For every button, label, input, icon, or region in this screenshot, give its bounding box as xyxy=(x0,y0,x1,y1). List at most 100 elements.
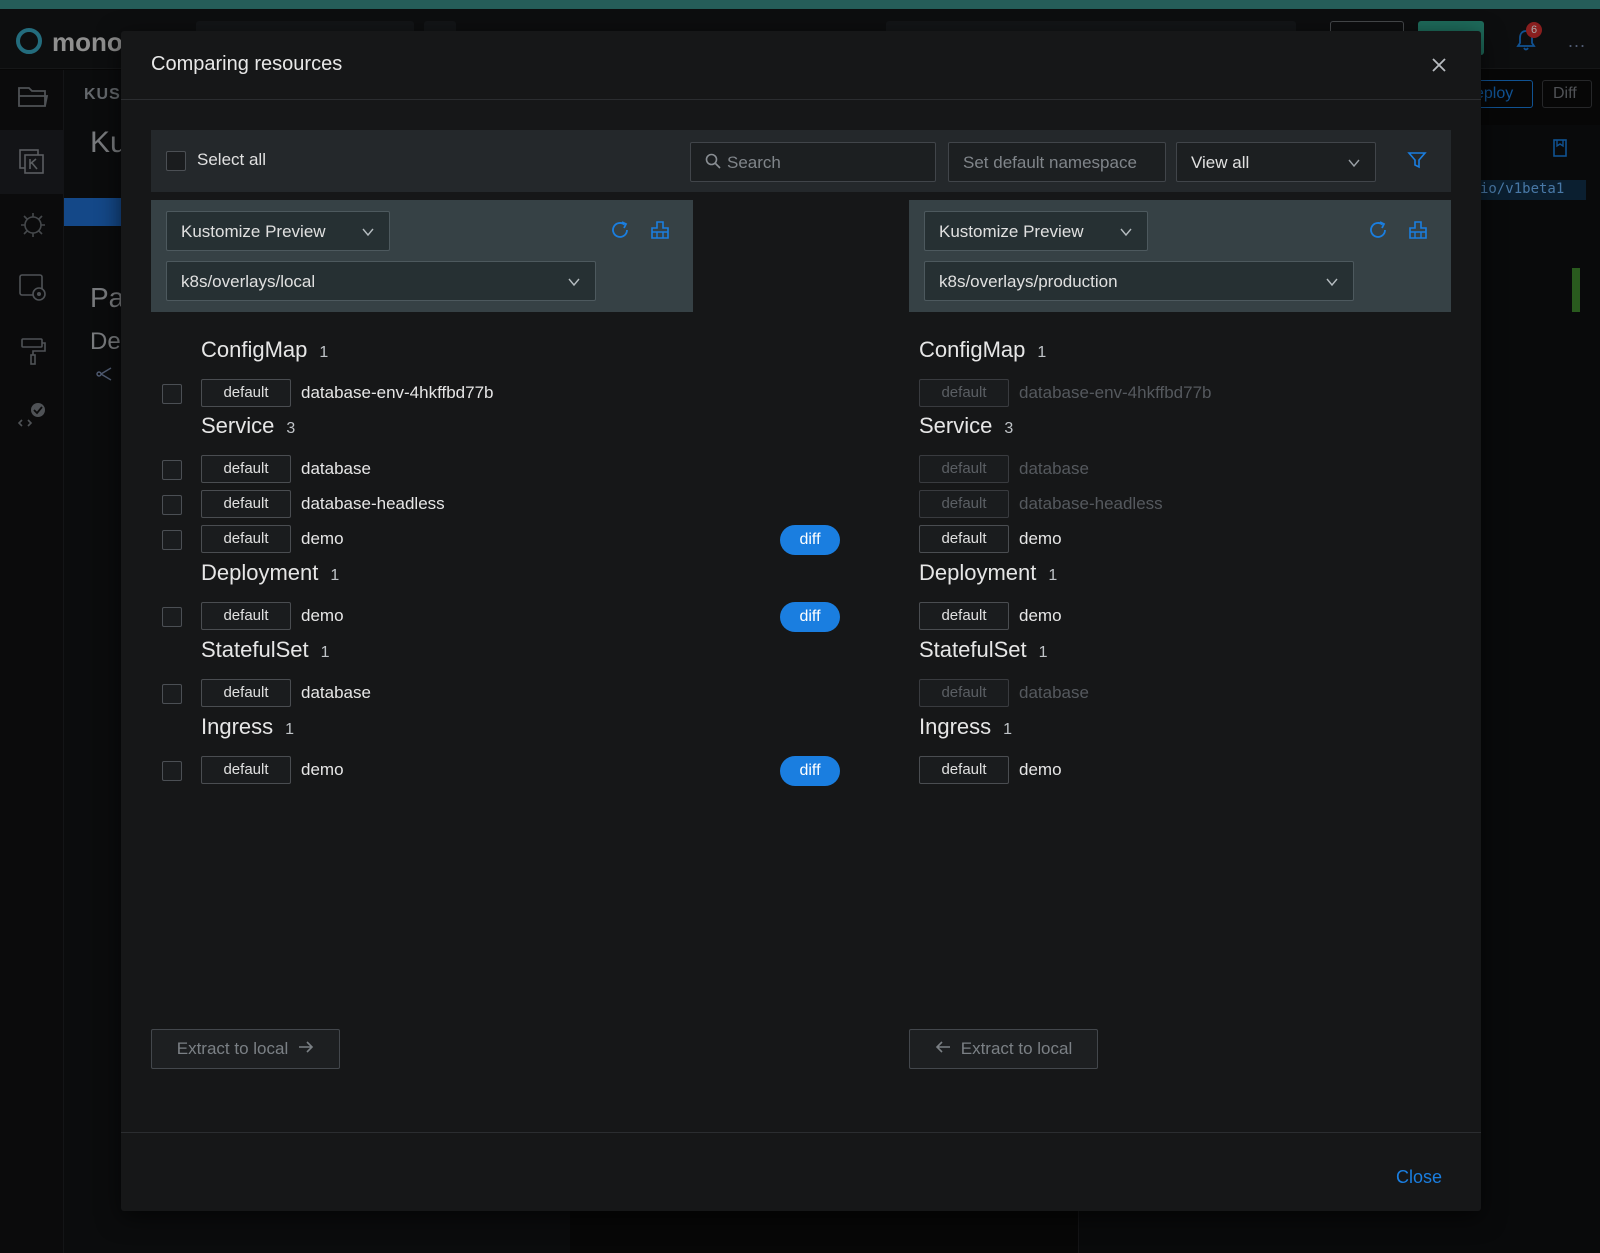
compare-toolbar: Select all Set default namespace View al… xyxy=(151,130,1451,192)
group-kind: ConfigMap xyxy=(201,337,308,362)
resource-checkbox[interactable] xyxy=(162,384,182,404)
left-path-select[interactable]: k8s/overlays/local xyxy=(166,261,596,301)
resource-name[interactable]: demo xyxy=(1019,760,1062,780)
right-path-select[interactable]: k8s/overlays/production xyxy=(924,261,1354,301)
resource-name[interactable]: database-headless xyxy=(301,494,445,514)
left-path-value: k8s/overlays/local xyxy=(181,272,316,291)
group-count: 1 xyxy=(1048,567,1058,584)
clear-icon[interactable] xyxy=(1407,219,1429,246)
set-default-namespace-label: Set default namespace xyxy=(963,153,1137,172)
namespace-tag: default xyxy=(201,455,291,483)
group-count: 1 xyxy=(330,567,340,584)
right-source-panel: Kustomize Preview k8s/overlays/productio… xyxy=(909,200,1451,312)
resource-name[interactable]: database-env-4hkffbd77b xyxy=(301,383,494,403)
namespace-tag: default xyxy=(919,756,1009,784)
namespace-tag: default xyxy=(919,679,1009,707)
search-icon xyxy=(705,153,721,174)
chevron-down-icon xyxy=(567,274,581,294)
group-kind: Service xyxy=(201,413,275,438)
resource-checkbox[interactable] xyxy=(162,684,182,704)
extract-label: Extract to local xyxy=(176,1039,289,1058)
right-source-type-select[interactable]: Kustomize Preview xyxy=(924,211,1148,251)
header-divider xyxy=(121,99,1481,100)
refresh-icon[interactable] xyxy=(609,219,631,246)
right-group-title-service: Service 3 xyxy=(919,413,1013,439)
extract-label: Extract to local xyxy=(960,1039,1073,1058)
resource-checkbox[interactable] xyxy=(162,761,182,781)
left-group-title-service: Service 3 xyxy=(201,413,295,439)
group-kind: Deployment xyxy=(201,560,319,585)
left-group-title-deployment: Deployment 1 xyxy=(201,560,339,586)
namespace-tag: default xyxy=(201,379,291,407)
resource-name[interactable]: database xyxy=(301,683,371,703)
group-count: 3 xyxy=(286,420,296,437)
close-icon[interactable] xyxy=(1427,53,1451,77)
group-count: 1 xyxy=(320,644,330,661)
namespace-tag: default xyxy=(201,756,291,784)
resource-name[interactable]: database xyxy=(301,459,371,479)
search-field[interactable] xyxy=(690,142,936,182)
filter-icon[interactable] xyxy=(1407,150,1427,175)
select-all-checkbox[interactable] xyxy=(166,151,186,171)
left-source-type-select[interactable]: Kustomize Preview xyxy=(166,211,390,251)
resource-checkbox[interactable] xyxy=(162,495,182,515)
resource-checkbox[interactable] xyxy=(162,607,182,627)
select-all-label: Select all xyxy=(197,150,266,169)
set-default-namespace-button[interactable]: Set default namespace xyxy=(948,142,1166,182)
modal-title: Comparing resources xyxy=(151,53,343,75)
group-count: 1 xyxy=(285,721,295,738)
namespace-tag: default xyxy=(919,525,1009,553)
left-source-panel: Kustomize Preview k8s/overlays/local xyxy=(151,200,693,312)
arrow-left-icon xyxy=(935,1039,951,1059)
left-group-title-ingress: Ingress 1 xyxy=(201,714,294,740)
compare-resources-modal: Comparing resources Select all Set defau… xyxy=(121,31,1481,1211)
search-input[interactable] xyxy=(727,151,927,175)
right-group-title-ingress: Ingress 1 xyxy=(919,714,1012,740)
namespace-tag: default xyxy=(201,602,291,630)
resource-name: database-env-4hkffbd77b xyxy=(1019,383,1212,402)
resource-name[interactable]: demo xyxy=(1019,529,1062,549)
left-group-title-statefulset: StatefulSet 1 xyxy=(201,637,330,663)
resource-name[interactable]: demo xyxy=(301,606,344,626)
group-kind: Service xyxy=(919,413,993,438)
chevron-down-icon xyxy=(1325,274,1339,294)
group-count: 1 xyxy=(1038,644,1048,661)
footer-divider xyxy=(121,1132,1481,1133)
chevron-down-icon xyxy=(1119,224,1133,244)
resource-checkbox[interactable] xyxy=(162,460,182,480)
arrow-right-icon xyxy=(298,1039,314,1059)
namespace-tag: default xyxy=(919,455,1009,483)
view-filter-select[interactable]: View all xyxy=(1176,142,1376,182)
refresh-icon[interactable] xyxy=(1367,219,1389,246)
diff-button[interactable]: diff xyxy=(780,525,840,555)
resource-name: database-headless xyxy=(1019,494,1163,513)
extract-to-local-left-button[interactable]: Extract to local xyxy=(151,1029,340,1069)
resource-name[interactable]: demo xyxy=(301,760,344,780)
namespace-tag: default xyxy=(201,525,291,553)
resource-checkbox[interactable] xyxy=(162,530,182,550)
resource-name[interactable]: demo xyxy=(301,529,344,549)
group-kind: Ingress xyxy=(201,714,274,739)
clear-icon[interactable] xyxy=(649,219,671,246)
resource-name: database xyxy=(1019,459,1089,478)
resource-name[interactable]: demo xyxy=(1019,606,1062,626)
namespace-tag: default xyxy=(201,679,291,707)
namespace-tag: default xyxy=(919,490,1009,518)
right-path-value: k8s/overlays/production xyxy=(939,272,1118,291)
chevron-down-icon xyxy=(361,224,375,244)
group-count: 1 xyxy=(1003,721,1013,738)
group-count: 1 xyxy=(1037,344,1047,361)
group-kind: Ingress xyxy=(919,714,992,739)
diff-button[interactable]: diff xyxy=(780,602,840,632)
view-filter-value: View all xyxy=(1191,153,1250,172)
group-kind: ConfigMap xyxy=(919,337,1026,362)
right-group-title-statefulset: StatefulSet 1 xyxy=(919,637,1048,663)
group-count: 3 xyxy=(1004,420,1014,437)
diff-button[interactable]: diff xyxy=(780,756,840,786)
extract-to-local-right-button[interactable]: Extract to local xyxy=(909,1029,1098,1069)
right-group-title-configmap: ConfigMap 1 xyxy=(919,337,1046,363)
right-group-title-deployment: Deployment 1 xyxy=(919,560,1057,586)
left-source-type-value: Kustomize Preview xyxy=(181,222,326,241)
close-button[interactable]: Close xyxy=(1396,1167,1442,1188)
resource-name: database xyxy=(1019,683,1089,702)
